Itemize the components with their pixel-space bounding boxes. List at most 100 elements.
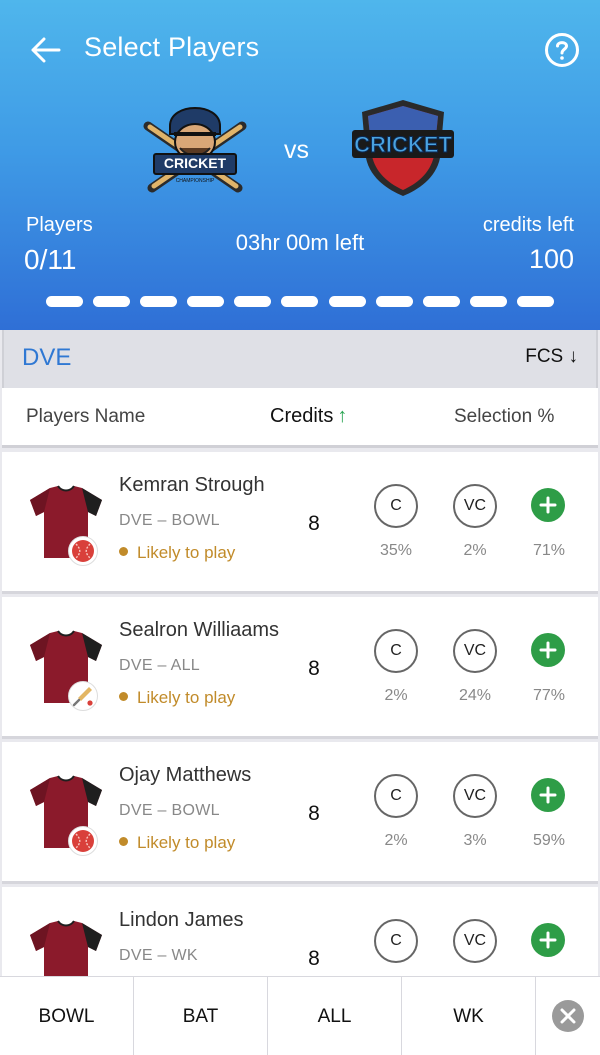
filter-tab-bat[interactable]: BAT xyxy=(134,977,268,1055)
team-left-logo: CRICKET CHAMPIONSHIP xyxy=(140,96,250,196)
captain-percent: 35% xyxy=(379,542,413,559)
player-status-text: Likely to play xyxy=(137,688,236,707)
fcs-sort-button[interactable]: FCS ↓ xyxy=(525,346,578,368)
selection-percent: 71% xyxy=(532,542,566,559)
page-title: Select Players xyxy=(84,32,260,62)
column-credits-label: Credits xyxy=(270,405,334,427)
role-badge xyxy=(68,826,98,856)
player-list: Kemran Strough DVE – BOWL Likely to play 8 C… xyxy=(2,452,598,976)
ball-icon xyxy=(72,830,94,852)
ball-icon xyxy=(72,540,94,562)
player-credits: 8 xyxy=(308,657,320,680)
add-icon xyxy=(539,786,557,804)
progress-slot xyxy=(187,296,225,307)
player-team-role: DVE – WK xyxy=(119,947,198,964)
team-left-logo-text: CRICKET xyxy=(164,155,227,171)
sort-up-icon: ↑ xyxy=(337,405,348,427)
add-icon xyxy=(539,641,557,659)
player-credits: 8 xyxy=(308,947,320,970)
player-status-text: Likely to play xyxy=(137,833,236,852)
add-player-button[interactable] xyxy=(531,778,565,812)
selection-percent: 77% xyxy=(532,687,566,704)
player-status: Likely to play xyxy=(119,543,235,563)
player-row[interactable]: Ojay Matthews DVE – BOWL Likely to play 8 C V… xyxy=(2,742,598,884)
help-button[interactable] xyxy=(544,32,580,68)
player-name: Kemran Strough xyxy=(119,474,265,496)
team-name: DVE xyxy=(22,344,72,371)
progress-slot xyxy=(281,296,319,307)
progress-slot xyxy=(469,296,507,307)
vice-captain-percent: 3% xyxy=(463,832,487,849)
player-team-role: DVE – BOWL xyxy=(119,512,220,529)
add-player-button[interactable] xyxy=(531,633,565,667)
captain-percent: 2% xyxy=(384,832,408,849)
vice-captain-button[interactable]: VC xyxy=(453,629,497,673)
add-player-button[interactable] xyxy=(531,488,565,522)
captain-button[interactable]: C xyxy=(374,629,418,673)
progress-slot xyxy=(234,296,272,307)
player-row[interactable]: Sealron Williaams DVE – ALL Likely to play… xyxy=(2,597,598,739)
selection-progress xyxy=(46,296,554,307)
credits-left-value: 100 xyxy=(528,244,574,274)
captain-button[interactable]: C xyxy=(374,919,418,963)
filter-tab-all[interactable]: ALL xyxy=(268,977,402,1055)
vice-captain-percent: 2% xyxy=(463,542,487,559)
captain-button[interactable]: C xyxy=(374,484,418,528)
vice-captain-button[interactable]: VC xyxy=(453,484,497,528)
status-dot-icon xyxy=(119,692,128,701)
progress-slot xyxy=(516,296,554,307)
player-credits: 8 xyxy=(308,512,320,535)
status-dot-icon xyxy=(119,547,128,556)
player-status: Likely to play xyxy=(119,688,235,708)
player-status: Likely to play xyxy=(119,833,235,853)
versus-label: vs xyxy=(284,136,309,164)
column-selection-percent[interactable]: Selection % xyxy=(454,406,554,428)
help-icon xyxy=(545,33,579,67)
filter-close-button[interactable] xyxy=(536,977,600,1055)
column-credits-sort[interactable]: Credits ↑ xyxy=(270,405,347,428)
role-filter-bar: BOWL BAT ALL WK xyxy=(0,976,600,1055)
match-header: Select Players CRICKET CHAMPIONSHIP vs C… xyxy=(0,0,600,330)
selection-percent: 59% xyxy=(532,832,566,849)
progress-slot xyxy=(422,296,460,307)
team-left-logo-subtext: CHAMPIONSHIP xyxy=(176,178,215,184)
bat-icon xyxy=(72,687,93,707)
team-right-logo: CRICKET xyxy=(348,96,458,196)
add-player-button[interactable] xyxy=(531,923,565,957)
player-row[interactable]: Kemran Strough DVE – BOWL Likely to play 8 C… xyxy=(2,452,598,594)
player-credits: 8 xyxy=(308,802,320,825)
add-icon xyxy=(539,931,557,949)
filter-tab-wk[interactable]: WK xyxy=(402,977,536,1055)
vice-captain-percent: 24% xyxy=(458,687,492,704)
progress-slot xyxy=(93,296,131,307)
player-team-role: DVE – ALL xyxy=(119,657,200,674)
player-team-role: DVE – BOWL xyxy=(119,802,220,819)
team-right-logo-text: CRICKET xyxy=(354,132,452,157)
role-badge xyxy=(68,681,98,711)
status-dot-icon xyxy=(119,837,128,846)
player-status-text: Likely to play xyxy=(137,543,236,562)
role-badge xyxy=(68,536,98,566)
arrow-left-icon xyxy=(31,37,61,63)
close-icon xyxy=(552,1000,584,1032)
progress-slot xyxy=(328,296,366,307)
vice-captain-button[interactable]: VC xyxy=(453,919,497,963)
captain-button[interactable]: C xyxy=(374,774,418,818)
column-players-name: Players Name xyxy=(26,406,146,427)
credits-left-label: credits left xyxy=(482,214,574,236)
progress-slot xyxy=(46,296,83,307)
player-name: Sealron Williaams xyxy=(119,619,280,641)
progress-slot xyxy=(140,296,178,307)
player-name: Ojay Matthews xyxy=(119,764,252,786)
captain-percent: 2% xyxy=(384,687,408,704)
vice-captain-button[interactable]: VC xyxy=(453,774,497,818)
player-row[interactable]: Lindon James DVE – WK 8 C VC xyxy=(2,887,598,976)
jersey-icon xyxy=(26,917,106,976)
column-headers: Players Name Credits ↑ Selection % xyxy=(2,388,598,448)
progress-slot xyxy=(375,296,413,307)
player-name: Lindon James xyxy=(119,909,244,931)
back-button[interactable] xyxy=(28,30,64,70)
add-icon xyxy=(539,496,557,514)
team-bar: DVE FCS ↓ xyxy=(2,330,598,388)
filter-tab-bowl[interactable]: BOWL xyxy=(0,977,134,1055)
